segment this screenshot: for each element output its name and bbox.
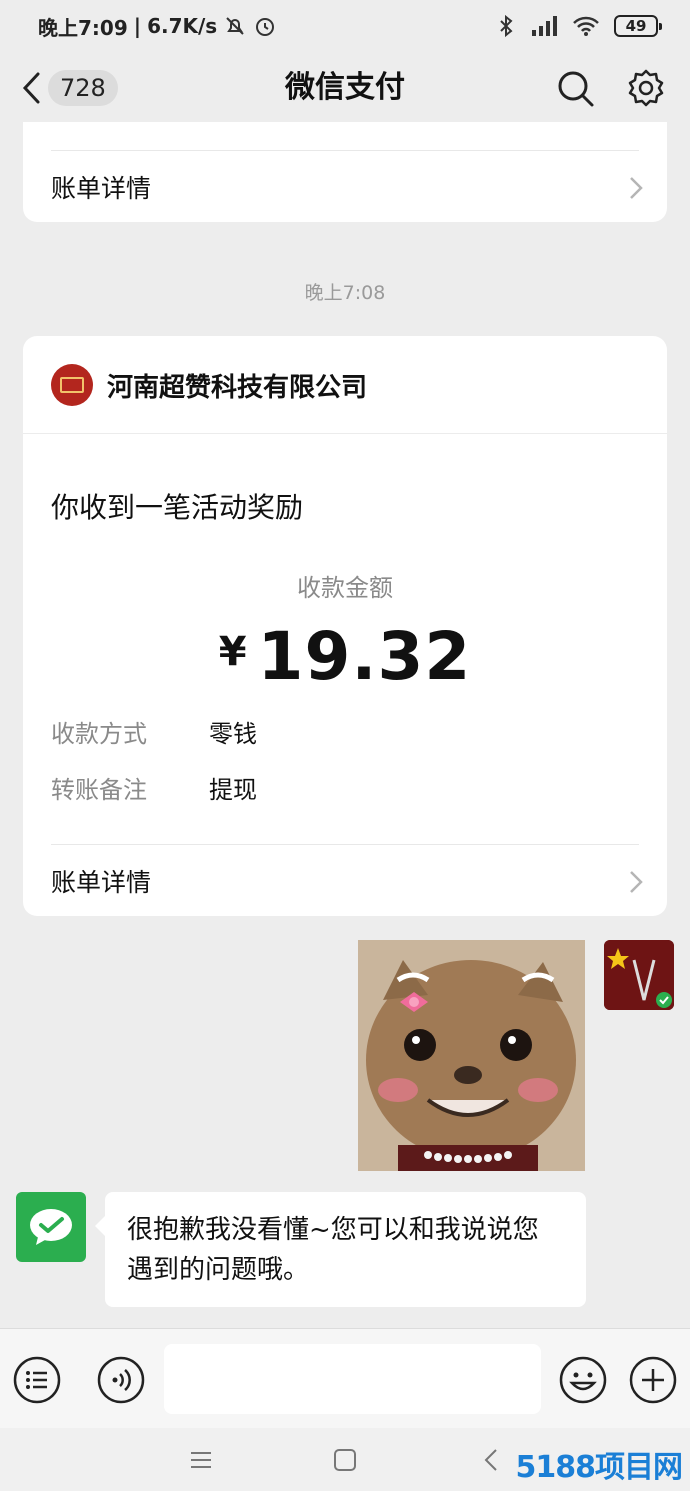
- card-header-divider: [23, 433, 667, 434]
- status-net-speed: 6.7K/s: [147, 14, 218, 38]
- payment-method-row: 收款方式 零钱: [51, 714, 257, 749]
- transfer-note-value: 提现: [209, 776, 257, 804]
- wifi-icon: [573, 16, 599, 36]
- chevron-left-icon: [22, 72, 40, 104]
- message-text: 很抱歉我没看懂~您可以和我说说您遇到的问题哦。: [127, 1215, 539, 1285]
- merchant-header: 河南超赞科技有限公司: [51, 364, 367, 406]
- search-icon[interactable]: [555, 68, 595, 108]
- received-message-bubble[interactable]: 很抱歉我没看懂~您可以和我说说您遇到的问题哦。: [95, 1192, 586, 1307]
- message-input[interactable]: [164, 1344, 541, 1414]
- watermark-text: 5188项目网: [515, 1450, 683, 1485]
- card-divider: [51, 150, 639, 151]
- bill-details-row[interactable]: 账单详情: [23, 846, 667, 916]
- mute-bell-icon: [226, 17, 244, 35]
- bill-details-label: 账单详情: [51, 868, 152, 897]
- status-bar: 晚上7:09 | 6.7K/s 49: [0, 0, 690, 52]
- payment-notification-card[interactable]: 河南超赞科技有限公司 你收到一笔活动奖励 收款金额 ¥19.32 收款方式 零钱…: [23, 336, 667, 916]
- merchant-logo: [51, 364, 93, 406]
- card-divider: [51, 844, 639, 845]
- menu-list-icon[interactable]: [13, 1356, 61, 1404]
- wechat-pay-logo-icon: [30, 1209, 72, 1245]
- amount-label: 收款金额: [297, 574, 393, 602]
- voice-input-icon[interactable]: [97, 1356, 145, 1404]
- payment-method-value: 零钱: [209, 720, 257, 748]
- currency-symbol: ¥: [218, 629, 248, 675]
- battery-indicator: 49: [614, 15, 662, 37]
- status-right: 49: [498, 14, 662, 38]
- home-icon[interactable]: [331, 1446, 359, 1474]
- chat-input-bar: [0, 1328, 690, 1428]
- status-separator: |: [133, 14, 142, 38]
- alarm-icon: [256, 18, 275, 36]
- chevron-right-icon: [630, 871, 643, 893]
- bill-details-row[interactable]: 账单详情: [23, 152, 667, 222]
- transfer-note-row: 转账备注 提现: [51, 770, 257, 805]
- nav-bar: 728 微信支付: [0, 52, 690, 124]
- unread-count-badge: 728: [48, 70, 118, 106]
- signal-icon: [532, 16, 557, 36]
- avatar-image: [604, 940, 674, 1010]
- bill-details-label: 账单详情: [51, 174, 152, 203]
- payment-method-label: 收款方式: [51, 720, 147, 748]
- recent-apps-icon[interactable]: [187, 1446, 215, 1474]
- chevron-right-icon: [630, 177, 643, 199]
- wechat-pay-avatar[interactable]: [16, 1192, 86, 1262]
- status-time: 晚上7:09: [38, 15, 128, 40]
- merchant-name: 河南超赞科技有限公司: [107, 372, 368, 403]
- status-left: 晚上7:09 | 6.7K/s: [38, 12, 277, 41]
- bluetooth-icon: [500, 14, 513, 38]
- amount-value: 19.32: [257, 618, 472, 695]
- transfer-note-label: 转账备注: [51, 776, 147, 804]
- payment-headline: 你收到一笔活动奖励: [51, 491, 304, 524]
- gear-icon[interactable]: [626, 68, 666, 108]
- previous-payment-card: 账单详情: [23, 122, 667, 222]
- amount-display: ¥19.32: [23, 618, 667, 695]
- my-avatar[interactable]: [604, 940, 674, 1010]
- system-back-icon[interactable]: [478, 1446, 506, 1474]
- sent-sticker-image[interactable]: [358, 940, 585, 1171]
- back-button[interactable]: 728: [20, 70, 118, 106]
- message-timestamp: 晚上7:08: [304, 282, 386, 304]
- emoji-icon[interactable]: [559, 1356, 607, 1404]
- system-nav-bar: 5188项目网: [0, 1428, 690, 1491]
- add-more-icon[interactable]: [629, 1356, 677, 1404]
- cat-sticker-illustration: [358, 940, 585, 1171]
